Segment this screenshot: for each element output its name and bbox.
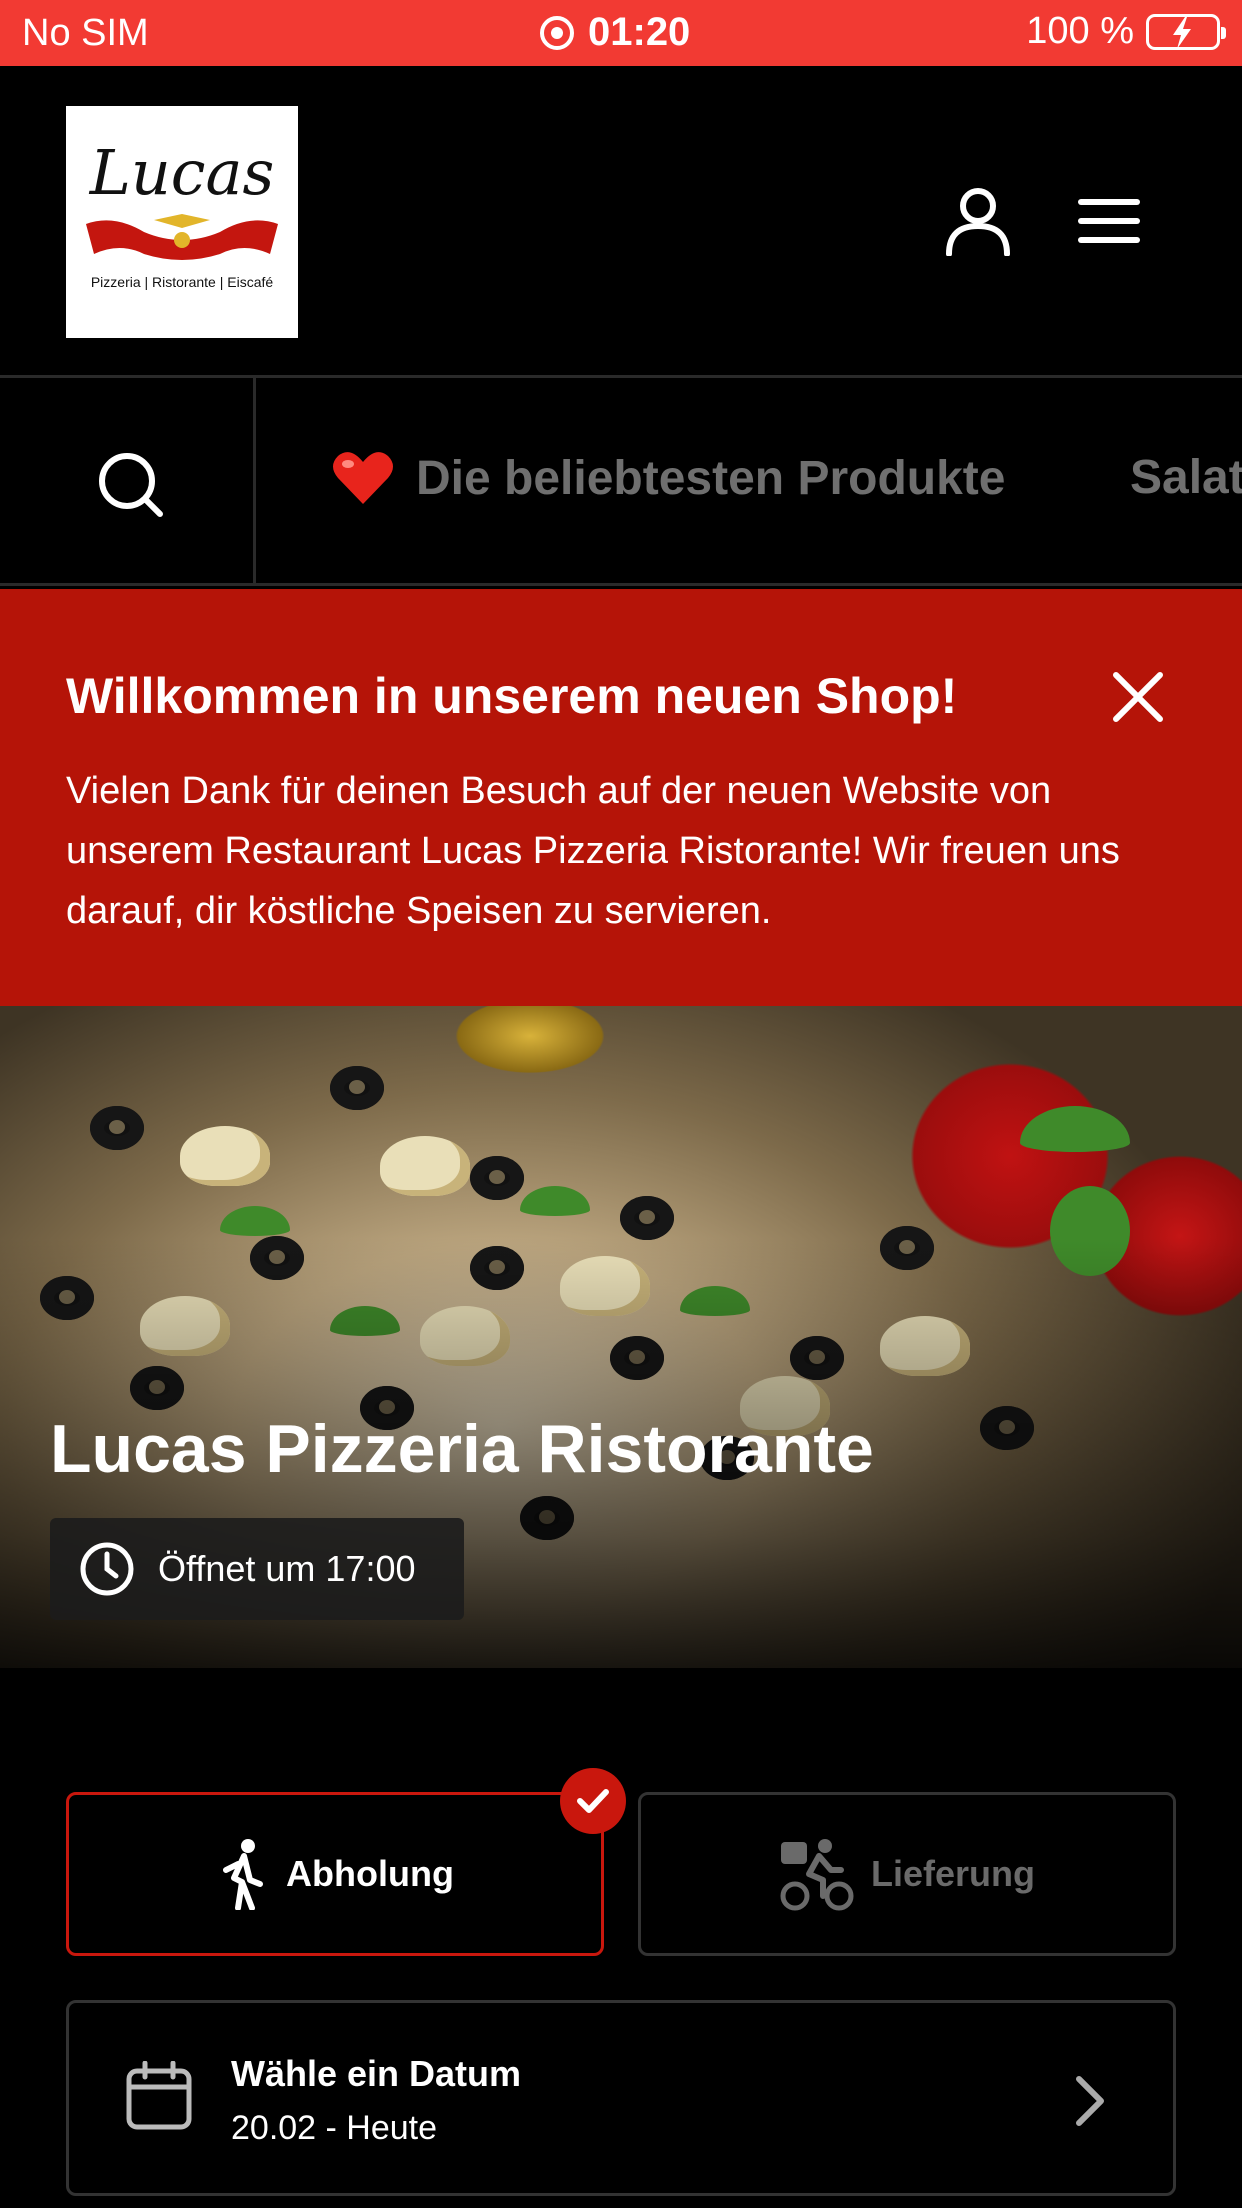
- battery-icon: [1146, 13, 1226, 50]
- welcome-title: Willkommen in unserem neuen Shop!: [66, 668, 958, 724]
- selected-check-badge: [560, 1768, 626, 1834]
- delivery-label: Lieferung: [870, 1853, 1035, 1894]
- app-header: Lucas Pizzeria | Ristorante | Eiscafé: [0, 66, 1242, 378]
- battery-status: 100 %: [1026, 10, 1226, 53]
- pickup-label: Abholung: [286, 1853, 454, 1894]
- category-nav: Die beliebtesten Produkte Salat: [0, 378, 1242, 586]
- category-tab-popular[interactable]: Die beliebtesten Produkte: [332, 450, 1005, 506]
- chevron-right-icon: [1076, 2076, 1104, 2126]
- category-label: Die beliebtesten Produkte: [416, 451, 1006, 505]
- screen-recording-icon: [540, 15, 574, 50]
- close-icon[interactable]: [1112, 671, 1164, 723]
- time-label: 01:20: [588, 10, 691, 54]
- welcome-text: Vielen Dank für deinen Besuch auf der ne…: [66, 770, 1120, 932]
- heart-icon: [333, 452, 393, 504]
- walking-icon: [223, 1839, 264, 1910]
- logo-tagline: Pizzeria | Ristorante | Eiscafé: [90, 274, 274, 290]
- status-bar: No SIM 01:20 100 %: [0, 0, 1242, 66]
- pickup-button[interactable]: Abholung: [66, 1792, 604, 1956]
- logo-banner-icon: [86, 214, 278, 260]
- category-label: Salat: [1130, 451, 1242, 504]
- battery-percent: 100 %: [1026, 10, 1134, 52]
- date-picker-value: 20.02 - Heute: [231, 2109, 438, 2147]
- welcome-banner: Willkommen in unserem neuen Shop! Vielen…: [0, 589, 1242, 1006]
- clock-icon: [80, 1542, 134, 1596]
- clock: 01:20: [540, 10, 690, 55]
- date-picker-label: Wähle ein Datum: [231, 2053, 522, 2094]
- user-icon[interactable]: [944, 186, 1012, 256]
- category-tab-salat[interactable]: Salat: [1130, 450, 1242, 505]
- search-icon: [99, 453, 163, 517]
- menu-icon[interactable]: [1078, 198, 1140, 244]
- date-picker[interactable]: Wähle ein Datum 20.02 - Heute: [66, 2000, 1176, 2196]
- delivery-button[interactable]: Lieferung: [638, 1792, 1176, 1956]
- search-button[interactable]: [0, 378, 256, 586]
- opening-hours-text: Öffnet um 17:00: [158, 1548, 416, 1589]
- opening-hours-chip: Öffnet um 17:00: [50, 1518, 464, 1620]
- calendar-icon: [126, 2061, 192, 2130]
- restaurant-name: Lucas Pizzeria Ristorante: [50, 1411, 874, 1487]
- restaurant-logo[interactable]: Lucas Pizzeria | Ristorante | Eiscafé: [66, 106, 298, 338]
- logo-script: Lucas: [89, 136, 275, 209]
- hero-banner: Lucas Pizzeria Ristorante Öffnet um 17:0…: [0, 1006, 1242, 1668]
- carrier-label: No SIM: [22, 12, 149, 54]
- bike-delivery-icon: [780, 1839, 854, 1911]
- check-icon: [577, 1789, 609, 1813]
